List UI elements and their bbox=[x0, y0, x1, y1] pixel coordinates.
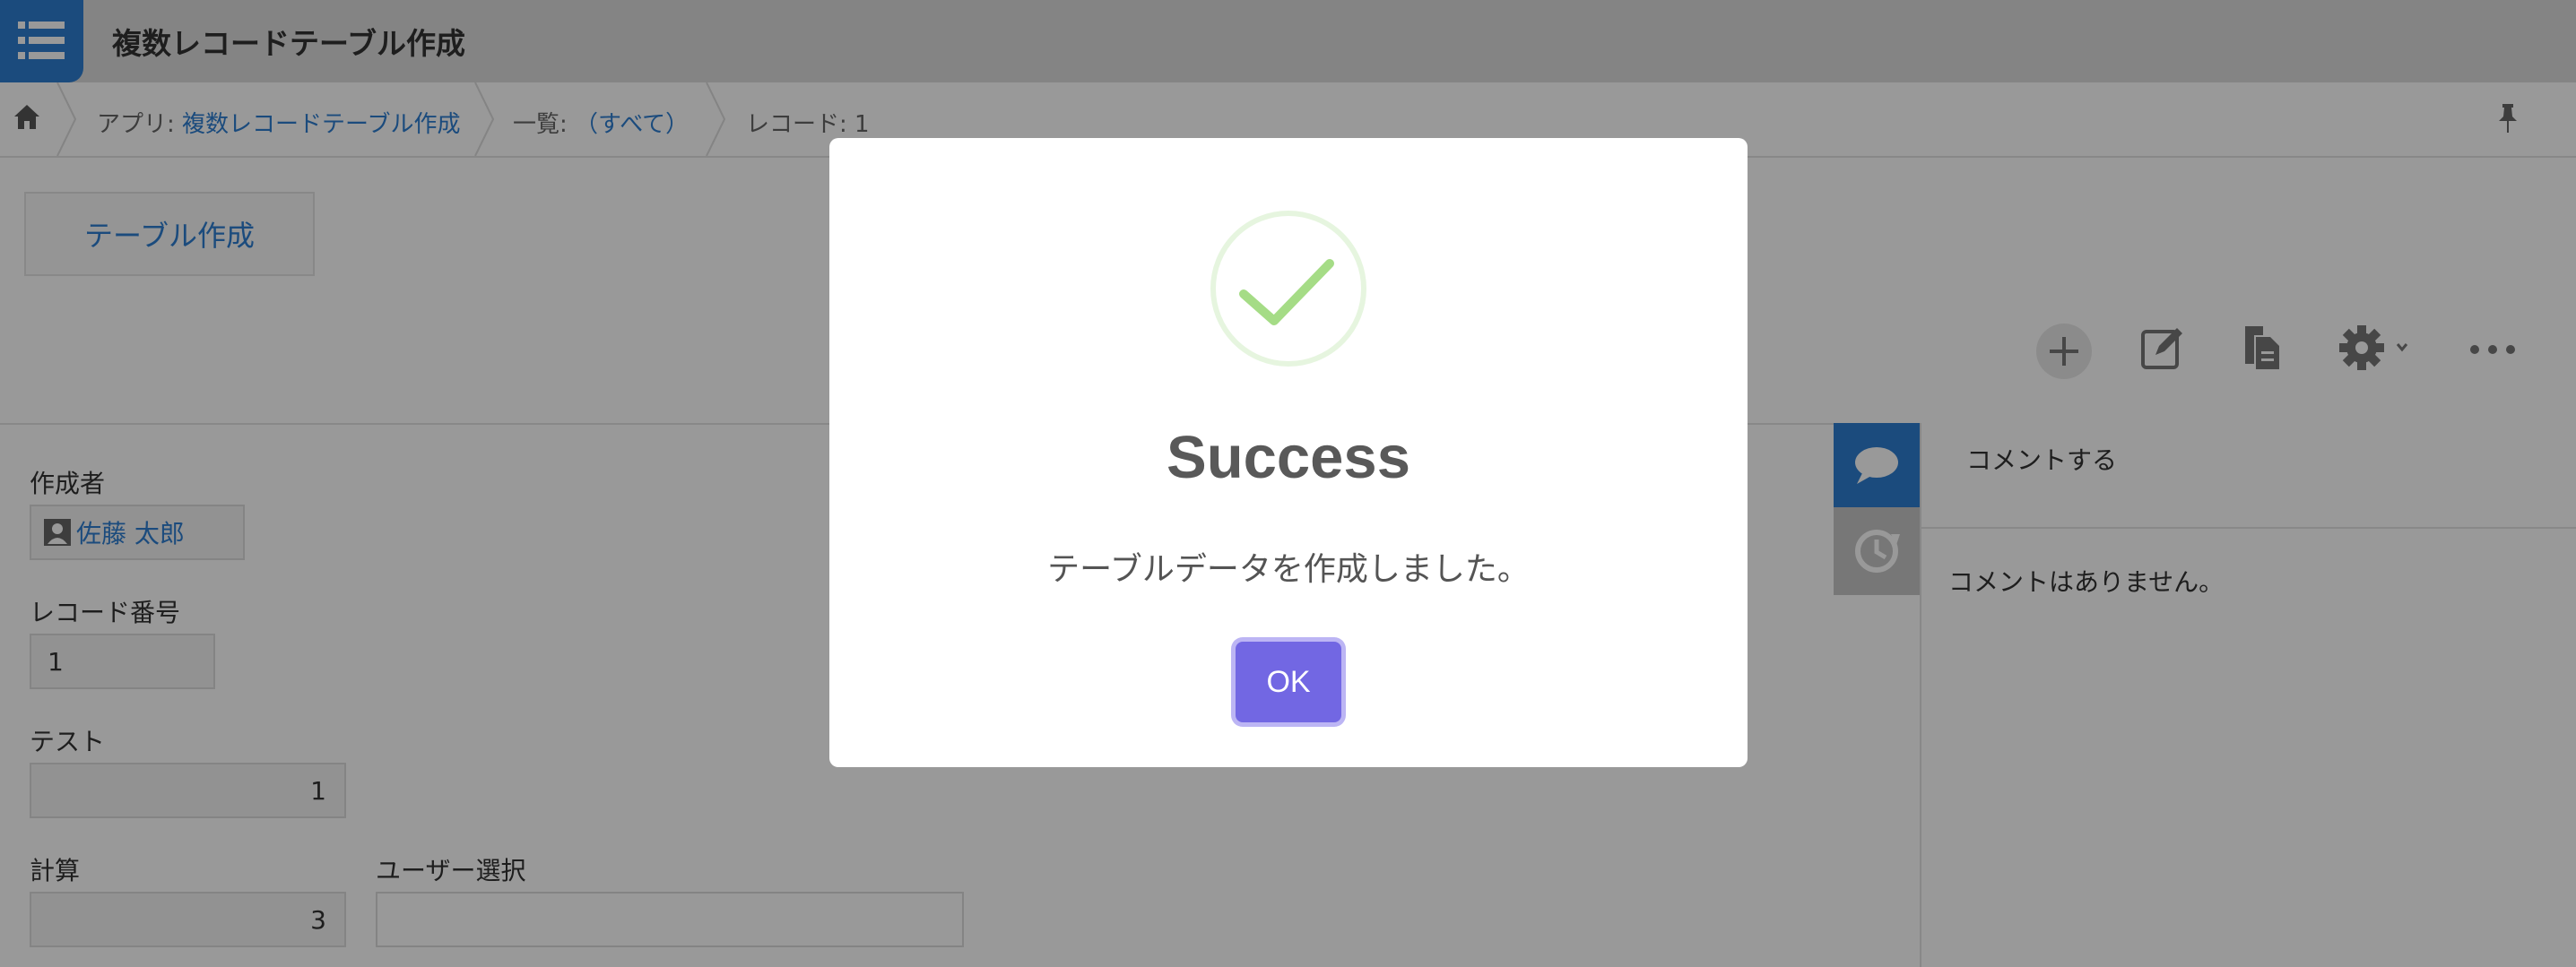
dialog-message: テーブルデータを作成しました。 bbox=[1047, 551, 1530, 588]
check-icon bbox=[1210, 211, 1366, 367]
success-dialog: Success テーブルデータを作成しました。 OK bbox=[829, 138, 1748, 767]
ok-button[interactable]: OK bbox=[1236, 642, 1341, 722]
dialog-title: Success bbox=[1167, 424, 1410, 491]
